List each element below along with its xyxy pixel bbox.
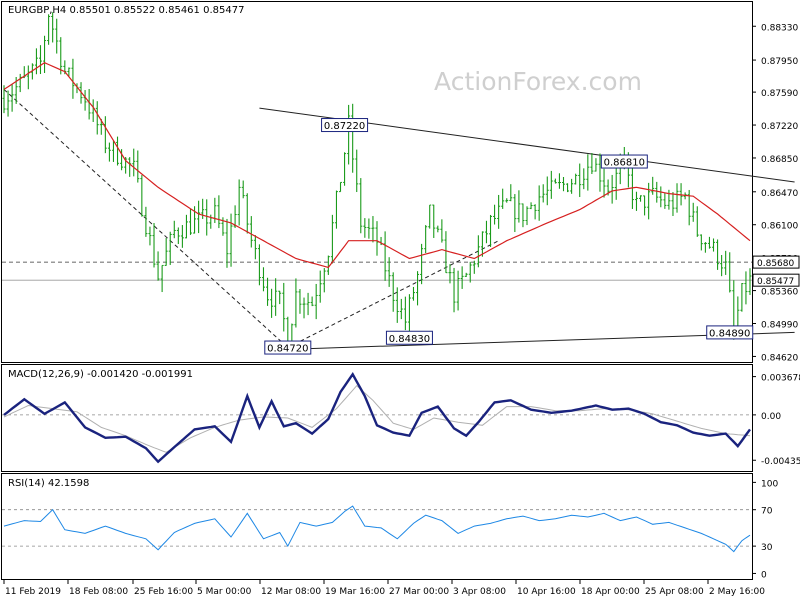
price-y-tick-label: 0.86850 xyxy=(761,155,798,165)
watermark: ActionForex.com xyxy=(434,67,642,96)
price-axis-box-label: 0.85680 xyxy=(757,259,794,269)
symbol-label: EURGBP,H4 0.85501 0.85522 0.85461 0.8547… xyxy=(8,5,244,16)
macd-title: MACD(12,26,9) -0.001420 -0.001991 xyxy=(8,369,193,380)
x-tick-label: 25 Feb 16:00 xyxy=(134,587,193,597)
x-tick-label: 19 Mar 16:00 xyxy=(325,587,385,597)
x-tick-label: 27 Mar 00:00 xyxy=(389,587,449,597)
x-tick-label: 25 Apr 08:00 xyxy=(645,587,704,597)
rsi-title: RSI(14) 42.1598 xyxy=(8,478,89,489)
price-y-tick-label: 0.86100 xyxy=(761,222,798,232)
price-y-tick-label: 0.86470 xyxy=(761,189,798,199)
price-y-tick-label: 0.84620 xyxy=(761,353,798,363)
price-y-tick-label: 0.87950 xyxy=(761,57,798,67)
macd-y-tick-label: -0.004359 xyxy=(761,457,800,467)
x-tick-label: 10 Apr 16:00 xyxy=(517,587,576,597)
x-tick-label: 11 Feb 2019 xyxy=(5,587,61,597)
rsi-y-tick-label: 0 xyxy=(761,570,767,580)
price-annotation-label: 0.84720 xyxy=(267,344,308,355)
x-tick-label: 18 Apr 00:00 xyxy=(581,587,640,597)
price-annotation-label: 0.86810 xyxy=(604,158,645,169)
price-y-tick-label: 0.87220 xyxy=(761,122,798,132)
price-annotation-label: 0.84830 xyxy=(389,334,430,345)
x-tick-label: 5 Mar 00:00 xyxy=(197,587,252,597)
price-y-tick-label: 0.88330 xyxy=(761,23,798,33)
price-y-tick-label: 0.85360 xyxy=(761,288,798,298)
price-annotation-label: 0.87220 xyxy=(324,121,365,132)
x-tick-label: 3 Apr 08:00 xyxy=(453,587,506,597)
macd-y-tick-label: 0.003678 xyxy=(761,374,800,384)
price-annotation-label: 0.84890 xyxy=(709,328,750,339)
chart-canvas: ActionForex.com 0.87220 0.86810 0.84720 0.8… xyxy=(0,0,800,600)
rsi-y-tick-label: 30 xyxy=(761,543,773,553)
x-tick-label: 18 Feb 08:00 xyxy=(69,587,128,597)
price-axis-box-label: 0.85477 xyxy=(757,277,794,287)
x-tick-label: 2 May 16:00 xyxy=(709,587,765,597)
price-y-tick-label: 0.84990 xyxy=(761,321,798,331)
x-tick-label: 12 Mar 08:00 xyxy=(261,587,321,597)
price-y-tick-label: 0.87590 xyxy=(761,89,798,99)
rsi-y-tick-label: 100 xyxy=(761,479,778,489)
rsi-y-tick-label: 70 xyxy=(761,507,773,517)
macd-y-tick-label: 0.00 xyxy=(761,412,781,422)
